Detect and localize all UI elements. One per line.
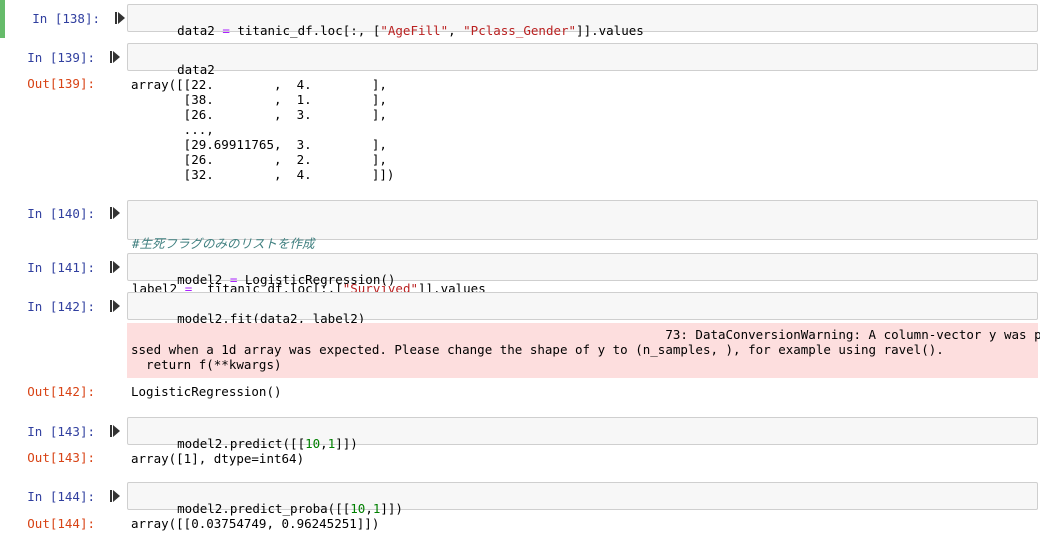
cell-142[interactable]: In [142]: model2.fit(data2, label2) 73: … bbox=[0, 288, 1040, 408]
code-token: , bbox=[448, 23, 464, 38]
cell-140[interactable]: In [140]: #生死フラグのみのリストを作成 label2 = titan… bbox=[0, 198, 1040, 296]
run-cell-icon[interactable] bbox=[110, 489, 120, 503]
run-cell-icon[interactable] bbox=[110, 260, 120, 274]
code-token: LogisticRegression() bbox=[237, 272, 396, 287]
output-line: array([[22. , 4. ], bbox=[131, 77, 387, 92]
in-prompt: In [144]: bbox=[27, 489, 95, 504]
in-prompt: In [138]: bbox=[32, 11, 100, 26]
code-token: model2 bbox=[177, 272, 230, 287]
code-number: 10 bbox=[350, 501, 366, 516]
cell-138[interactable]: In [138]: data2 = titanic_df.loc[:, ["Ag… bbox=[0, 0, 1040, 38]
output-line: [29.69911765, 3. ], bbox=[131, 137, 387, 152]
code-comment: #生死フラグのみのリストを作成 bbox=[132, 236, 315, 251]
code-token: ]]) bbox=[380, 501, 403, 516]
code-input[interactable]: model2 = LogisticRegression() bbox=[127, 253, 1038, 287]
stderr-line: 73: DataConversionWarning: A column-vect… bbox=[131, 327, 1040, 342]
code-token: model2.predict_proba([[ bbox=[177, 501, 351, 516]
cell-144[interactable]: In [144]: model2.predict_proba([[10,1]])… bbox=[0, 478, 1040, 542]
cell-139[interactable]: In [139]: data2 Out[139]: array([[22. , … bbox=[0, 38, 1040, 188]
in-prompt: In [139]: bbox=[27, 50, 95, 65]
stderr-output: 73: DataConversionWarning: A column-vect… bbox=[127, 323, 1040, 378]
out-prompt: Out[143]: bbox=[27, 450, 95, 465]
code-input[interactable]: data2 = titanic_df.loc[:, ["AgeFill", "P… bbox=[127, 4, 1038, 38]
code-token: titanic_df.loc[:, [ bbox=[229, 23, 381, 38]
code-input[interactable]: model2.predict([[10,1]]) bbox=[127, 417, 1038, 451]
run-cell-icon[interactable] bbox=[110, 206, 120, 220]
out-prompt: Out[144]: bbox=[27, 516, 95, 531]
output-line: [32. , 4. ]]) bbox=[131, 167, 395, 182]
code-token: model2.predict([[ bbox=[177, 436, 306, 451]
code-token: , bbox=[365, 501, 373, 516]
in-prompt: In [142]: bbox=[27, 299, 95, 314]
run-cell-icon[interactable] bbox=[110, 299, 120, 313]
output-line: [38. , 1. ], bbox=[131, 92, 387, 107]
code-token: ]].values bbox=[576, 23, 644, 38]
code-string: "Pclass_Gender" bbox=[463, 23, 577, 38]
output-area: array([1], dtype=int64) bbox=[131, 451, 305, 466]
code-input[interactable]: model2.fit(data2, label2) bbox=[127, 292, 1038, 326]
run-cell-icon[interactable] bbox=[110, 50, 120, 64]
code-token: data2 bbox=[177, 23, 223, 38]
output-area: LogisticRegression() bbox=[131, 384, 282, 399]
code-input[interactable]: #生死フラグのみのリストを作成 label2 = titanic_df.loc[… bbox=[127, 200, 1038, 296]
code-input[interactable]: data2 bbox=[127, 43, 1038, 77]
out-prompt: Out[139]: bbox=[27, 76, 95, 91]
output-line: [26. , 2. ], bbox=[131, 152, 387, 167]
cell-141[interactable]: In [141]: model2 = LogisticRegression() bbox=[0, 250, 1040, 287]
in-prompt: In [141]: bbox=[27, 260, 95, 275]
code-token: , bbox=[320, 436, 328, 451]
code-string: "AgeFill" bbox=[380, 23, 449, 38]
stderr-line: return f(**kwargs) bbox=[131, 357, 282, 372]
output-area: array([[0.03754749, 0.96245251]]) bbox=[131, 516, 380, 531]
in-prompt: In [143]: bbox=[27, 424, 95, 439]
output-area: array([[22. , 4. ], [38. , 1. ], [26. , … bbox=[131, 77, 394, 182]
output-line: ..., bbox=[131, 122, 214, 137]
out-prompt: Out[142]: bbox=[27, 384, 95, 399]
notebook: In [138]: data2 = titanic_df.loc[:, ["Ag… bbox=[0, 0, 1040, 546]
code-token: ]]) bbox=[335, 436, 358, 451]
code-text: data2 bbox=[177, 62, 215, 77]
code-operator: = bbox=[222, 23, 230, 38]
run-cell-icon[interactable] bbox=[110, 424, 120, 438]
stderr-line: ssed when a 1d array was expected. Pleas… bbox=[131, 342, 944, 357]
cell-143[interactable]: In [143]: model2.predict([[10,1]]) Out[1… bbox=[0, 414, 1040, 474]
run-cell-icon[interactable] bbox=[115, 11, 125, 25]
code-number: 10 bbox=[305, 436, 321, 451]
output-line: [26. , 3. ], bbox=[131, 107, 387, 122]
in-prompt: In [140]: bbox=[27, 206, 95, 221]
code-input[interactable]: model2.predict_proba([[10,1]]) bbox=[127, 482, 1038, 516]
